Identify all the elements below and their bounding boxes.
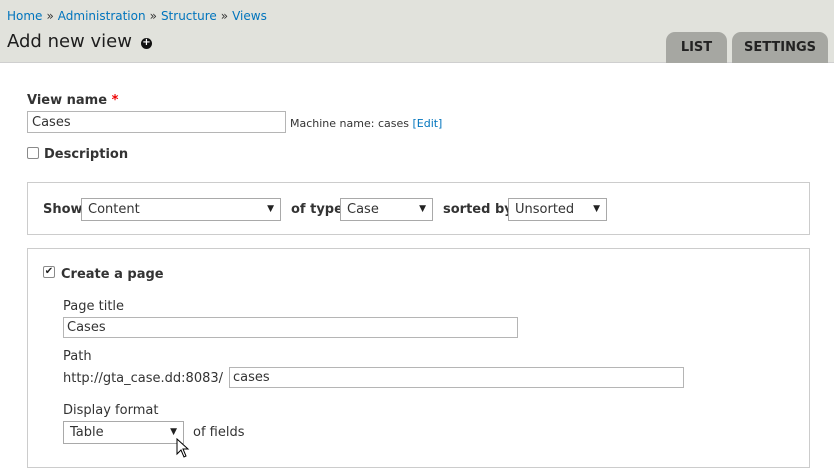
- view-name-input[interactable]: [27, 111, 286, 133]
- breadcrumb-structure[interactable]: Structure: [161, 9, 217, 23]
- machine-name-text: Machine name: cases: [290, 117, 409, 130]
- machine-name: Machine name: cases [Edit]: [290, 117, 442, 130]
- breadcrumb-views[interactable]: Views: [232, 9, 267, 23]
- dropdown-arrow-icon: ▼: [593, 204, 600, 214]
- description-checkbox[interactable]: [27, 147, 39, 159]
- machine-name-edit-link[interactable]: [Edit]: [412, 117, 442, 130]
- display-format-value: Table: [70, 425, 104, 440]
- breadcrumb-home[interactable]: Home: [7, 9, 42, 23]
- show-select[interactable]: Content ▼: [81, 198, 281, 221]
- page-title-label: Page title: [63, 299, 125, 314]
- path-input[interactable]: [229, 367, 684, 388]
- create-page-checkbox[interactable]: ✔: [43, 266, 55, 278]
- sort-select[interactable]: Unsorted ▼: [508, 198, 607, 221]
- show-label: Show: [43, 202, 83, 217]
- sorted-by-label: sorted by: [443, 202, 513, 217]
- plus-circle-icon[interactable]: +: [141, 38, 152, 49]
- display-format-select[interactable]: Table ▼: [63, 421, 184, 444]
- dropdown-arrow-icon: ▼: [419, 204, 426, 214]
- breadcrumb-separator: »: [46, 9, 54, 23]
- view-name-label: View name *: [27, 93, 118, 108]
- mouse-cursor-icon: [176, 438, 190, 458]
- create-page-label[interactable]: Create a page: [61, 267, 164, 282]
- tab-settings[interactable]: SETTINGS: [732, 32, 828, 63]
- show-select-value: Content: [88, 202, 140, 217]
- dropdown-arrow-icon: ▼: [267, 204, 274, 214]
- sort-select-value: Unsorted: [515, 202, 575, 217]
- view-name-label-text: View name: [27, 93, 108, 108]
- description-label[interactable]: Description: [44, 147, 128, 162]
- breadcrumb-separator: »: [220, 9, 229, 23]
- tab-list[interactable]: LIST: [666, 32, 727, 63]
- of-type-label: of type: [291, 202, 343, 217]
- page-title: Add new view: [7, 31, 132, 52]
- path-label: Path: [63, 349, 92, 364]
- breadcrumb-separator: »: [149, 9, 157, 23]
- page-title-input[interactable]: [63, 317, 518, 338]
- breadcrumb: Home» Administration» Structure» Views: [7, 9, 267, 23]
- breadcrumb-administration[interactable]: Administration: [58, 9, 146, 23]
- type-select-value: Case: [347, 202, 379, 217]
- page-header: Home» Administration» Structure» Views Add …: [0, 0, 834, 63]
- of-fields-label: of fields: [193, 425, 245, 440]
- type-select[interactable]: Case ▼: [340, 198, 433, 221]
- path-prefix: http://gta_case.dd:8083/: [63, 371, 224, 386]
- display-format-label: Display format: [63, 403, 159, 418]
- required-marker: *: [111, 93, 119, 108]
